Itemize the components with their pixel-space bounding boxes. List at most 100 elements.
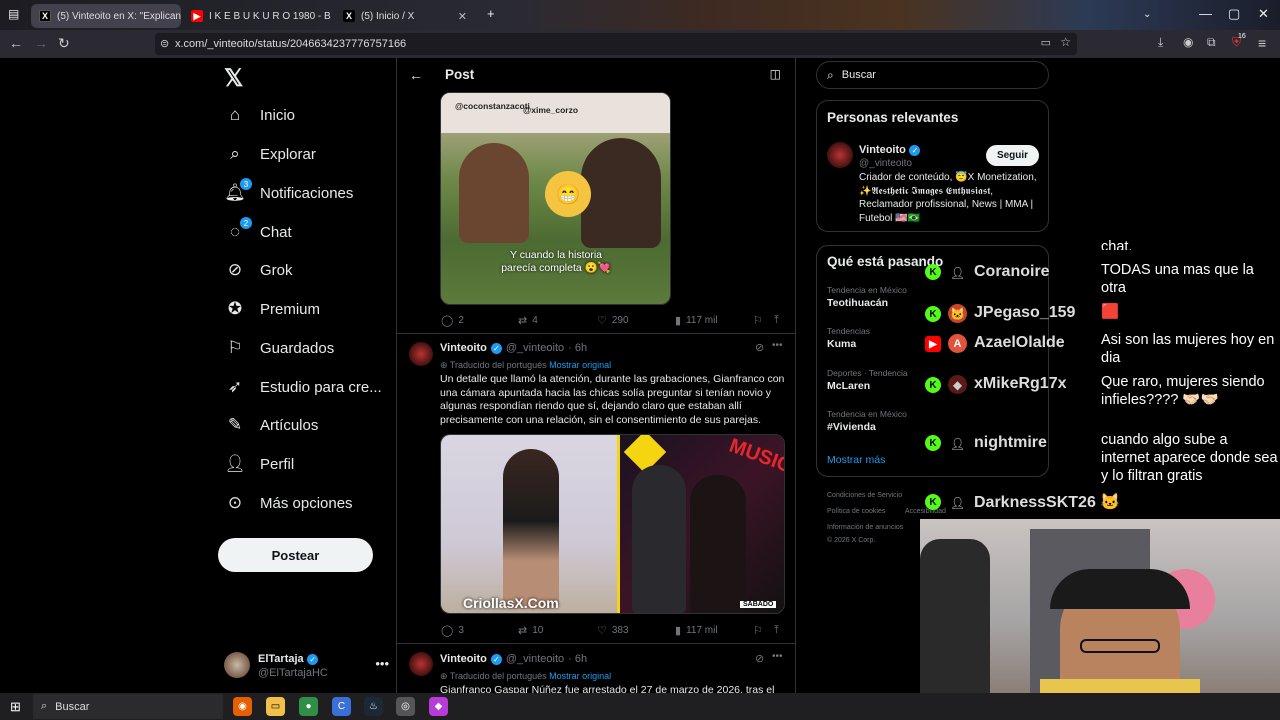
star-icon[interactable]: ☆ — [1060, 35, 1071, 49]
bookmark-button[interactable]: ⚐ — [753, 624, 763, 637]
browser-tab[interactable]: ▶ I K E B U K U R O 1980 - B ✕ — [183, 4, 333, 28]
reply-button[interactable]: ◯ 3 — [441, 624, 464, 637]
share-button[interactable]: ⤒ — [774, 624, 779, 637]
avatar — [224, 652, 250, 678]
app-icon[interactable]: ◆ — [429, 697, 448, 716]
nav-item-more[interactable]: ⊙ Más opciones — [224, 488, 353, 518]
chat-username: DarknessSKT26 🐱 — [974, 494, 1121, 511]
views-button[interactable]: ▮ 117 mil — [675, 314, 718, 327]
author-name[interactable]: Vinteoito — [440, 653, 487, 665]
tweet-time[interactable]: · 6h — [568, 342, 587, 354]
menu-icon[interactable]: ≡ — [1258, 35, 1266, 51]
footer-link[interactable]: Política de cookies — [827, 508, 885, 515]
avatar[interactable] — [409, 342, 433, 366]
address-bar[interactable]: ⊜ x.com/_vinteoito/status/20466342377767… — [155, 33, 1077, 55]
person-figure — [459, 143, 529, 243]
tweet-image[interactable]: CriollasX.Com MUSIC SÁBADO — [440, 434, 785, 614]
nav-item-creator-studio[interactable]: ➶ Estudio para cre... — [224, 372, 382, 402]
tweet-image[interactable]: @coconstanzacoti @xime_corzo 😁 Y cuando … — [440, 92, 671, 305]
page-title: Post — [445, 67, 475, 82]
maximize-icon[interactable]: ▢ — [1228, 6, 1240, 22]
footer-link[interactable]: Condiciones de Servicio — [827, 492, 902, 499]
nav-item-articles[interactable]: ✎ Artículos — [224, 410, 318, 440]
new-tab-icon[interactable]: + — [487, 6, 495, 21]
search-input[interactable]: ⌕ Buscar — [816, 61, 1049, 89]
account-icon[interactable]: ◉ — [1183, 35, 1193, 49]
nav-item-profile[interactable]: 👤︎ Perfil — [224, 449, 294, 479]
taskbar-search[interactable]: ⌕ Buscar — [33, 694, 223, 719]
repost-button[interactable]: ⇄ 4 — [518, 314, 538, 327]
author-name[interactable]: Vinteoito — [440, 342, 487, 354]
nav-item-explore[interactable]: ⌕ Explorar — [224, 139, 316, 169]
nav-item-grok[interactable]: ⊘ Grok — [224, 255, 293, 285]
grok-icon[interactable]: ⊘ — [755, 652, 764, 665]
extensions-icon[interactable]: ⧉ — [1207, 35, 1216, 50]
like-button[interactable]: ♡ 383 — [597, 624, 629, 637]
views-button[interactable]: ▮ 117 mil — [675, 624, 718, 637]
obs-icon[interactable]: ◎ — [396, 697, 415, 716]
relevant-people-card: Personas relevantes Vinteoito ✓ @_vinteo… — [816, 100, 1049, 232]
reader-view-icon[interactable]: ▭ — [1041, 36, 1051, 49]
folder-icon[interactable]: ▭ — [266, 697, 285, 716]
show-original-link[interactable]: Mostrar original — [549, 671, 611, 681]
more-icon[interactable]: ••• — [375, 656, 389, 671]
post-button[interactable]: Postear — [218, 538, 373, 572]
chat-message: TODAS una mas que la otra — [1101, 262, 1254, 296]
person-bio: Criador de conteúdo, 😇X Monetization, ✨𝕬… — [859, 172, 1037, 224]
back-arrow-icon[interactable]: ← — [409, 67, 423, 83]
browser-tab[interactable]: X (5) Inicio / X ✕ — [335, 4, 475, 28]
download-icon[interactable]: ⤓ — [1158, 35, 1163, 50]
site-info-icon[interactable]: ⊜ — [160, 37, 169, 50]
app-icon[interactable]: C — [332, 697, 351, 716]
footer-link[interactable]: Información de anuncios — [827, 524, 903, 531]
reply-count: 2 — [458, 315, 464, 326]
reader-mode-icon[interactable]: ◫ — [770, 67, 781, 81]
tab-list-icon[interactable]: ▤ — [8, 7, 19, 21]
forward-icon[interactable]: → — [34, 35, 48, 51]
nav-item-home[interactable]: ⌂ Inicio — [224, 100, 295, 130]
chrome-icon[interactable]: ● — [299, 697, 318, 716]
follow-button[interactable]: Seguir — [986, 145, 1039, 166]
bookmark-button[interactable]: ⚐ — [753, 314, 763, 327]
firefox-icon[interactable]: ◉ — [233, 697, 252, 716]
windows-start-icon[interactable]: ⊞ — [10, 699, 21, 715]
tweet[interactable]: Vinteoito ✓ @_vinteoito · 6h ⊘ ••• ⊕ Tra… — [397, 334, 795, 644]
tweet-time[interactable]: · 6h — [568, 653, 587, 665]
steam-icon[interactable]: ♨ — [364, 697, 383, 716]
shirt-shape — [1040, 679, 1200, 693]
back-icon[interactable]: ← — [9, 35, 23, 51]
more-icon[interactable]: ••• — [772, 651, 783, 662]
nav-item-chat[interactable]: ◌ 2 Chat — [224, 217, 292, 247]
tweet[interactable]: Vinteoito ✓ @_vinteoito · 6h ⊘ ••• ⊕ Tra… — [397, 644, 795, 693]
author-handle[interactable]: @_vinteoito — [506, 653, 564, 665]
close-icon[interactable]: ✕ — [458, 10, 467, 23]
person-info[interactable]: Vinteoito ✓ @_vinteoito — [859, 142, 921, 170]
avatar[interactable] — [409, 652, 433, 676]
nav-item-notifications[interactable]: 🔔︎ 3 Notificaciones — [224, 178, 353, 208]
share-button[interactable]: ⤒ — [774, 314, 779, 327]
repost-button[interactable]: ⇄ 10 — [518, 624, 543, 637]
nav-label: Explorar — [260, 145, 316, 163]
grok-icon[interactable]: ⊘ — [755, 341, 764, 354]
nav-item-premium[interactable]: ✪ Premium — [224, 294, 320, 324]
like-button[interactable]: ♡ 290 — [597, 314, 629, 327]
chevron-down-icon[interactable]: ⌄ — [1143, 9, 1151, 20]
window-close-icon[interactable]: ✕ — [1258, 6, 1269, 22]
nav-item-bookmarks[interactable]: ⚐ Guardados — [224, 333, 334, 363]
tweet-actions: ◯ 3 ⇄ 10 ♡ 383 ▮ 117 mil ⚐ ⤒ — [441, 624, 787, 640]
minimize-icon[interactable]: — — [1199, 6, 1212, 21]
account-switcher[interactable]: ElTartaja ✓ @ElTartajaHC ••• — [224, 648, 389, 682]
repost-icon: ⇄ — [518, 315, 528, 327]
x-logo-icon[interactable]: 𝕏 — [224, 64, 243, 93]
reply-button[interactable]: ◯ 2 — [441, 314, 464, 327]
post-timeline: ← Post ◫ @coconstanzacoti @xime_corzo 😁 … — [396, 58, 796, 693]
reload-icon[interactable]: ↻ — [58, 35, 70, 52]
browser-tab-active[interactable]: X (5) Vinteoito en X: "Explicando ✕ — [31, 4, 181, 28]
more-icon[interactable]: ••• — [772, 340, 783, 351]
show-more-link[interactable]: Mostrar más — [827, 454, 885, 466]
avatar[interactable] — [827, 142, 853, 168]
tweet[interactable]: @coconstanzacoti @xime_corzo 😁 Y cuando … — [397, 58, 795, 334]
author-handle[interactable]: @_vinteoito — [506, 342, 564, 354]
views-icon: ▮ — [675, 625, 682, 637]
show-original-link[interactable]: Mostrar original — [549, 360, 611, 370]
